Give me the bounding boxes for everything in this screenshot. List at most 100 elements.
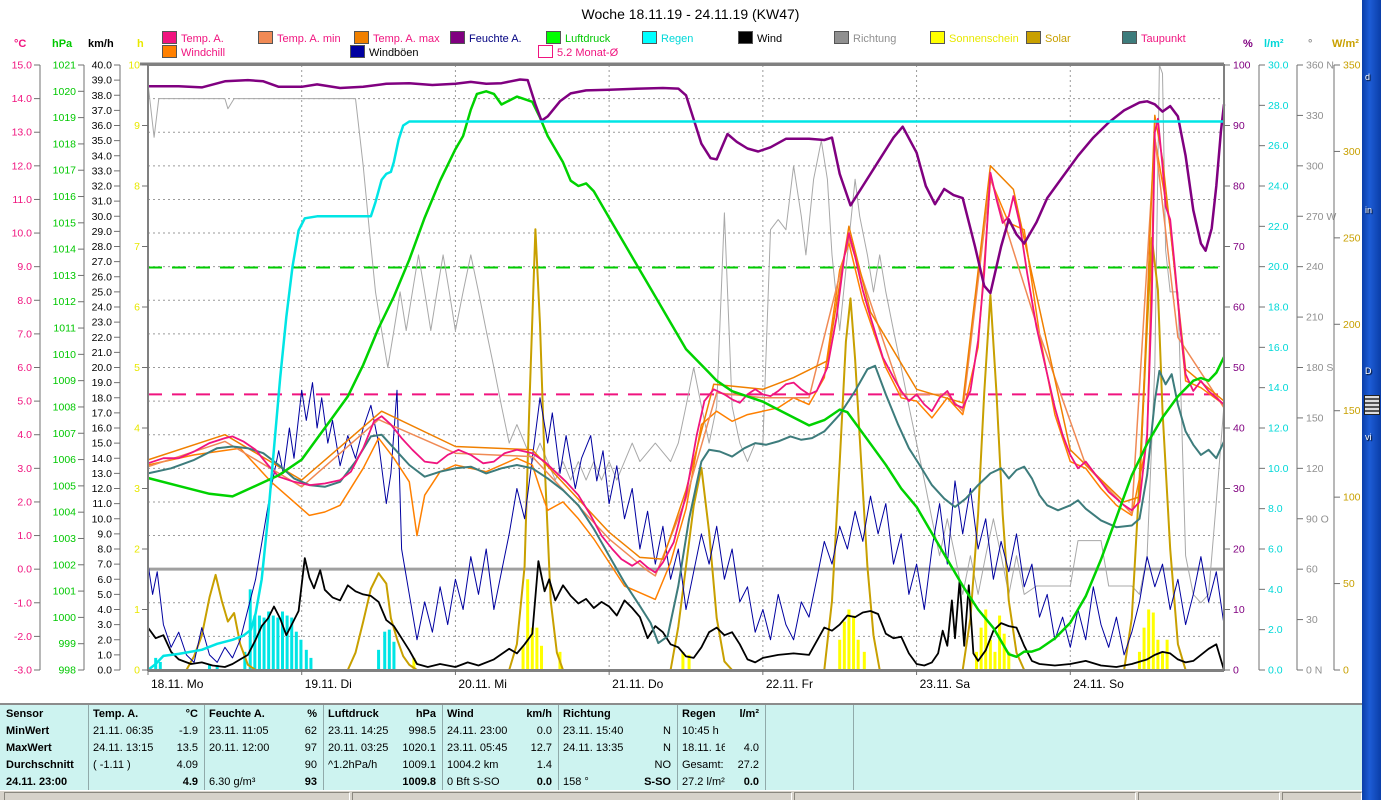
desktop-background-strip[interactable]: d in Dvi <box>1362 0 1381 800</box>
axis-label-pct: 30 <box>1233 483 1245 495</box>
series-bar-regen-intervall <box>285 615 289 670</box>
desktop-icon-label[interactable]: d <box>1365 72 1370 82</box>
status-bar-segment <box>352 792 792 800</box>
axis-label-hPa: 999 <box>58 638 76 650</box>
table-value-cell: 998.5 <box>408 725 436 737</box>
axis-label-C: 3.0 <box>17 463 32 475</box>
table-row-label: 24.11. 23:00 <box>6 776 68 788</box>
axis-label-lm2: 16.0 <box>1268 342 1289 354</box>
table-column-header: Luftdruck <box>328 708 379 720</box>
series-bar-regen-intervall <box>387 629 391 670</box>
table-info-cell: 10:45 h <box>682 725 719 737</box>
series-bar-regen-intervall <box>377 649 381 670</box>
table-column-divider <box>765 705 854 792</box>
axis-label-h: 9 <box>134 120 140 132</box>
series-bar-regen-intervall <box>383 631 387 670</box>
axis-label-C: -1.0 <box>14 597 32 609</box>
weather-week-chart[interactable]: 15.014.013.012.011.010.09.08.07.06.05.04… <box>0 0 1381 700</box>
series-bar-sonnenschein <box>1151 612 1155 670</box>
x-axis-day-label: 22.11. Fr <box>766 677 813 691</box>
series-bar-sonnenschein <box>1002 633 1006 670</box>
table-value-cell: 97 <box>304 742 317 754</box>
table-column-unit: hPa <box>415 708 436 720</box>
axis-label-hPa: 1011 <box>53 323 76 335</box>
axis-label-deg: 60 <box>1306 564 1318 576</box>
x-axis-day-label: 21.11. Do <box>612 677 663 691</box>
axis-label-hPa: 1007 <box>53 428 77 440</box>
axis-label-h: 8 <box>134 181 140 193</box>
table-column-unit: km/h <box>526 708 552 720</box>
axis-label-hPa: 1004 <box>53 507 77 519</box>
table-row-label: MaxWert <box>6 742 52 754</box>
table-value-cell: 1.4 <box>536 759 552 771</box>
axis-label-hPa: 998 <box>58 665 76 677</box>
axis-label-h: 0 <box>134 665 140 677</box>
axis-label-C: 6.0 <box>17 362 32 374</box>
axis-label-hPa: 1018 <box>53 138 77 150</box>
axis-label-C: 8.0 <box>17 295 32 307</box>
table-value-cell: 4.9 <box>182 776 198 788</box>
series-bar-sonnenschein <box>979 627 983 670</box>
axis-label-kmh: 35.0 <box>92 135 113 147</box>
desktop-icon-label[interactable]: in <box>1365 205 1372 215</box>
axis-label-kmh: 26.0 <box>92 271 113 283</box>
axis-label-kmh: 1.0 <box>97 649 112 661</box>
axis-label-wm2: 150 <box>1343 405 1361 417</box>
axis-label-lm2: 0.0 <box>1268 665 1283 677</box>
series-line-regen-summe <box>147 120 1224 671</box>
axis-label-kmh: 23.0 <box>92 317 113 329</box>
table-value-cell: 12.7 <box>530 742 552 754</box>
desktop-icon-label[interactable]: D <box>1365 366 1372 376</box>
axis-label-deg: 240 <box>1306 261 1324 273</box>
axis-label-kmh: 11.0 <box>92 498 112 510</box>
axis-label-pct: 10 <box>1233 604 1245 616</box>
axis-label-C: 12.0 <box>12 160 33 172</box>
axis-label-hPa: 1017 <box>53 165 77 177</box>
axis-label-lm2: 28.0 <box>1268 100 1289 112</box>
axis-label-kmh: 40.0 <box>92 60 113 72</box>
weather-app-window: Woche 18.11.19 - 24.11.19 (KW47) Temp. A… <box>0 0 1381 800</box>
series-line-solar <box>148 228 1187 671</box>
axis-label-lm2: 4.0 <box>1268 584 1283 596</box>
axis-label-C: 0.0 <box>17 564 32 576</box>
table-row-label: Durchschnitt <box>6 759 74 771</box>
axis-label-h: 3 <box>134 483 140 495</box>
series-bar-sonnenschein <box>847 609 851 670</box>
desktop-icon[interactable] <box>1364 395 1380 415</box>
axis-label-lm2: 26.0 <box>1268 140 1289 152</box>
x-axis-day-label: 18.11. Mo <box>151 677 204 691</box>
axis-label-hPa: 1019 <box>53 112 77 124</box>
axis-label-hPa: 1002 <box>53 559 77 571</box>
axis-label-C: 7.0 <box>17 328 32 340</box>
axis-label-pct: 80 <box>1233 181 1245 193</box>
series-bar-sonnenschein <box>1142 627 1146 670</box>
series-bar-sonnenschein <box>1147 609 1151 670</box>
axis-label-lm2: 2.0 <box>1268 624 1283 636</box>
axis-label-kmh: 14.0 <box>92 453 113 465</box>
axis-label-kmh: 29.0 <box>92 226 113 238</box>
axis-label-kmh: 15.0 <box>92 438 113 450</box>
table-value-cell: 27.2 <box>737 759 759 771</box>
axis-label-kmh: 2.0 <box>97 634 112 646</box>
axis-label-hPa: 1013 <box>53 270 77 282</box>
axis-label-h: 7 <box>134 241 140 253</box>
series-line-windchill <box>147 138 1225 601</box>
axis-label-kmh: 21.0 <box>92 347 113 359</box>
axis-label-deg: 360 N <box>1306 60 1334 72</box>
axis-label-kmh: 25.0 <box>92 286 113 298</box>
table-column-header: Richtung <box>563 708 611 720</box>
table-value-cell: 93 <box>304 776 317 788</box>
series-line-temp-a- <box>147 117 1225 574</box>
axis-label-lm2: 18.0 <box>1268 302 1289 314</box>
series-bar-regen-intervall <box>309 657 313 670</box>
status-bar-segment <box>1282 792 1362 800</box>
x-axis-day-label: 24.11. So <box>1073 677 1124 691</box>
axis-label-kmh: 16.0 <box>92 423 113 435</box>
desktop-icon-label[interactable]: vi <box>1365 432 1372 442</box>
axis-label-kmh: 24.0 <box>92 302 113 314</box>
axis-label-kmh: 30.0 <box>92 211 113 223</box>
axis-label-hPa: 1021 <box>53 60 77 72</box>
series-bar-regen-intervall <box>392 641 396 670</box>
axis-label-deg: 180 S <box>1306 362 1333 374</box>
axis-label-kmh: 12.0 <box>92 483 113 495</box>
